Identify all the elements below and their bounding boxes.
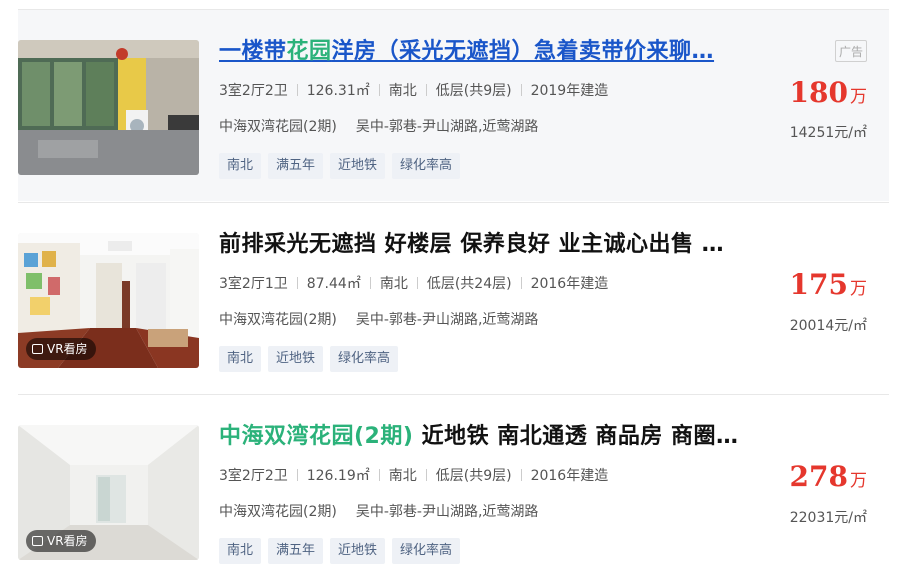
community-link[interactable]: 中海双湾花园(2期)	[219, 116, 337, 136]
price-value: 180	[789, 76, 848, 109]
vr-tour-badge[interactable]: VR看房	[26, 338, 96, 360]
address: 中海双湾花园(2期) 吴中-郭巷-尹山湖路,近莺湖路	[219, 501, 538, 521]
area: 126.19㎡	[306, 468, 370, 484]
title-part: 近地铁 南北通透 商品房 商圈…	[413, 424, 739, 449]
divider	[425, 469, 427, 481]
tag: 南北	[219, 538, 262, 564]
build-year: 2019年建造	[530, 83, 609, 99]
floor: 低层(共9层)	[435, 83, 512, 99]
tag: 绿化率高	[392, 538, 461, 564]
price-unit: 万	[850, 279, 867, 299]
unit-price: 14251元/㎡	[789, 125, 867, 141]
location-text: 吴中-郭巷-尹山湖路,近莺湖路	[355, 312, 539, 328]
price-unit: 万	[850, 471, 867, 491]
price-value: 175	[789, 268, 848, 301]
address: 中海双湾花园(2期) 吴中-郭巷-尹山湖路,近莺湖路	[219, 309, 538, 329]
location-text: 吴中-郭巷-尹山湖路,近莺湖路	[355, 504, 539, 520]
listing-title[interactable]: 一楼带花园洋房（采光无遮挡）急着卖带价来聊…	[219, 37, 759, 67]
unit-price: 20014元/㎡	[789, 318, 867, 334]
tag: 南北	[219, 153, 262, 179]
floor: 低层(共9层)	[435, 468, 512, 484]
listing-card[interactable]: VR看房 前排采光无遮挡 好楼层 保养良好 业主诚心出售 … 3室2厅1卫 87…	[18, 202, 889, 394]
vr-label: VR看房	[47, 534, 88, 548]
vr-label: VR看房	[47, 342, 88, 356]
divider	[520, 277, 522, 289]
listing-title[interactable]: 前排采光无遮挡 好楼层 保养良好 业主诚心出售 …	[219, 230, 759, 260]
total-price: 278 万	[790, 460, 867, 493]
unit-price: 22031元/㎡	[789, 510, 867, 526]
divider	[296, 84, 298, 96]
house-attributes: 3室2厅1卫 87.44㎡ 南北 低层(共24层) 2016年建造	[219, 273, 608, 293]
title-part: 前排采光无遮挡 好楼层 保养良好 业主诚心出售 …	[219, 232, 725, 257]
listing-card[interactable]: 一楼带花园洋房（采光无遮挡）急着卖带价来聊… 广告 3室2厅2卫 126.31㎡…	[18, 9, 889, 201]
floor: 低层(共24层)	[426, 276, 512, 292]
tag: 近地铁	[330, 538, 386, 564]
listing-title[interactable]: 中海双湾花园(2期) 近地铁 南北通透 商品房 商圈…	[219, 422, 759, 452]
listing-card[interactable]: VR看房 中海双湾花园(2期) 近地铁 南北通透 商品房 商圈… 3室2厅2卫 …	[18, 394, 889, 586]
orientation: 南北	[379, 276, 408, 292]
tag-list: 南北 满五年 近地铁 绿化率高	[219, 153, 461, 179]
house-attributes: 3室2厅2卫 126.31㎡ 南北 低层(共9层) 2019年建造	[219, 80, 608, 100]
tag-list: 南北 近地铁 绿化率高	[219, 346, 399, 372]
divider	[369, 277, 371, 289]
tag: 近地铁	[330, 153, 386, 179]
tag: 绿化率高	[392, 153, 461, 179]
area: 87.44㎡	[306, 276, 361, 292]
listing-photo[interactable]: VR看房	[18, 425, 199, 560]
divider	[425, 84, 427, 96]
title-part: 一楼带	[219, 39, 287, 64]
ad-badge: 广告	[835, 40, 867, 62]
total-price: 180 万	[790, 76, 867, 109]
title-highlight: 中海双湾花园(2期)	[219, 424, 414, 449]
room-layout: 3室2厅1卫	[219, 276, 288, 292]
room-layout: 3室2厅2卫	[219, 83, 288, 99]
build-year: 2016年建造	[530, 468, 609, 484]
vr-cube-icon	[32, 344, 43, 354]
divider	[296, 277, 298, 289]
listing-photo[interactable]: VR看房	[18, 233, 199, 368]
location-text: 吴中-郭巷-尹山湖路,近莺湖路	[355, 119, 539, 135]
tag: 南北	[219, 346, 262, 372]
orientation: 南北	[388, 468, 417, 484]
community-link[interactable]: 中海双湾花园(2期)	[219, 309, 337, 329]
divider	[296, 469, 298, 481]
vr-cube-icon	[32, 536, 43, 546]
tag-list: 南北 满五年 近地铁 绿化率高	[219, 538, 461, 564]
build-year: 2016年建造	[530, 276, 609, 292]
divider	[378, 469, 380, 481]
divider	[416, 277, 418, 289]
tag: 近地铁	[268, 346, 324, 372]
tag: 满五年	[268, 153, 324, 179]
title-part: 洋房（采光无遮挡）急着卖带价来聊…	[331, 39, 715, 64]
house-attributes: 3室2厅2卫 126.19㎡ 南北 低层(共9层) 2016年建造	[219, 465, 608, 485]
divider	[520, 469, 522, 481]
title-highlight: 花园	[286, 39, 332, 64]
price-value: 278	[789, 460, 848, 493]
community-link[interactable]: 中海双湾花园(2期)	[219, 501, 337, 521]
divider	[378, 84, 380, 96]
area: 126.31㎡	[306, 83, 370, 99]
tag: 满五年	[268, 538, 324, 564]
orientation: 南北	[388, 83, 417, 99]
listing-photo[interactable]	[18, 40, 199, 175]
listing-title-link[interactable]: 一楼带花园洋房（采光无遮挡）急着卖带价来聊…	[219, 39, 714, 64]
price-unit: 万	[850, 87, 867, 107]
room-layout: 3室2厅2卫	[219, 468, 288, 484]
total-price: 175 万	[790, 268, 867, 301]
address: 中海双湾花园(2期) 吴中-郭巷-尹山湖路,近莺湖路	[219, 116, 538, 136]
room-photo-1	[18, 40, 199, 175]
tag: 绿化率高	[330, 346, 399, 372]
vr-tour-badge[interactable]: VR看房	[26, 530, 96, 552]
divider	[520, 84, 522, 96]
